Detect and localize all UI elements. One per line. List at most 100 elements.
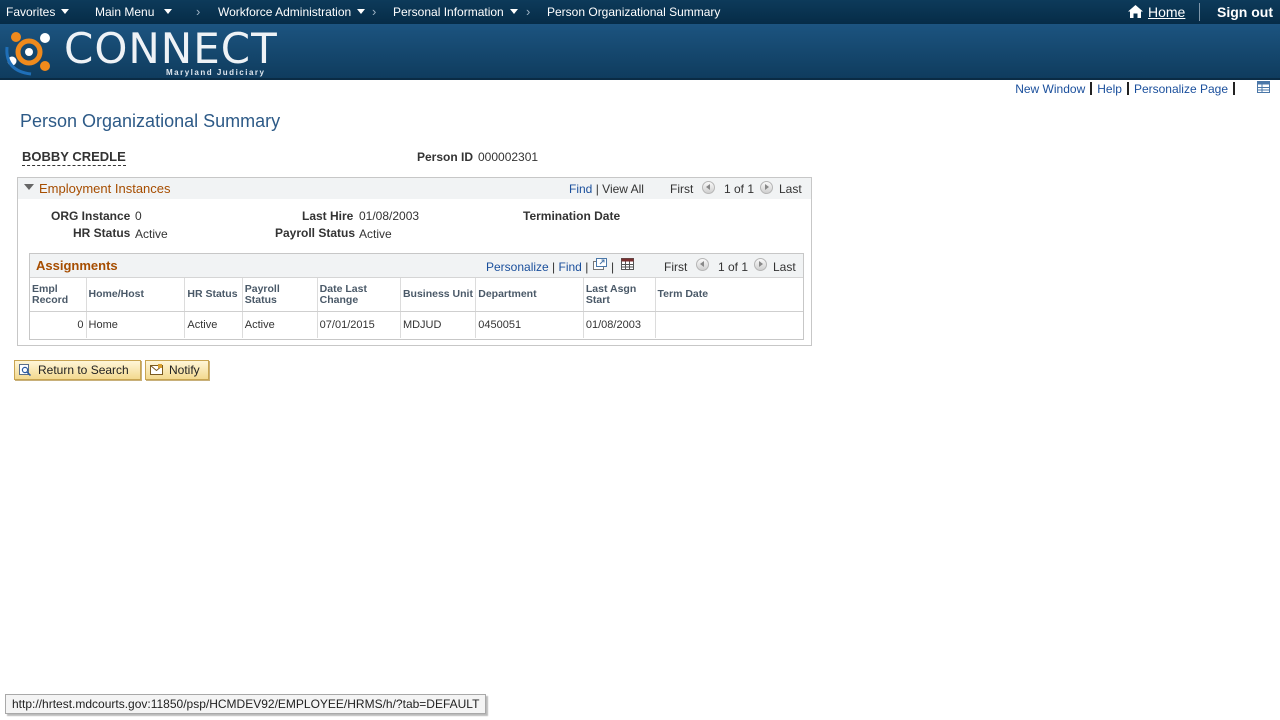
table-header-row: Empl Record Home/Host HR Status Payroll S… [30,278,803,312]
favorites-label: Favorites [6,5,56,19]
payroll-status-label: Payroll Status [275,226,356,240]
employment-instances-header: Employment Instances Find | View All Fir… [18,178,811,199]
last-label: Last [773,260,796,274]
cell-business-unit: MDJUD [400,311,477,338]
payroll-status-value: Active [359,227,392,241]
download-to-spreadsheet-icon[interactable] [621,258,635,271]
page-grid-icon[interactable] [1257,81,1270,93]
column-header-line: Business Unit [402,288,473,300]
column-header-line: Home/Host [88,288,144,300]
sign-out-link[interactable]: Sign out [1217,4,1273,20]
org-instance-label: ORG Instance [51,209,131,223]
cell-date-last-change: 07/01/2015 [317,311,401,338]
assignments-header: Assignments Personalize | Find | | First… [30,254,803,278]
cell-home-host: Home [86,311,186,338]
previous-arrow-icon[interactable] [696,258,709,271]
assignments-title: Assignments [36,258,118,273]
chevron-down-icon [357,9,366,14]
connect-logo-icon [5,32,50,76]
link-separator: | [552,260,556,274]
row-count: 1 of 1 [718,260,749,274]
breadcrumb-separator-icon: › [526,4,531,19]
return-to-search-button[interactable]: Return to Search [14,360,141,380]
help-link[interactable]: Help [1097,82,1122,96]
last-hire-value: 01/08/2003 [359,209,420,223]
column-header-line: Department [478,288,537,300]
notify-button[interactable]: Notify [145,360,209,380]
row-count: 1 of 1 [724,182,755,196]
cell-last-asgn-start: 01/08/2003 [583,311,656,338]
breadcrumb-current-page: Person Organizational Summary [547,5,721,19]
column-header-line: Term Date [657,288,709,300]
employment-instances-title[interactable]: Employment Instances [39,181,171,196]
chevron-down-icon [164,9,173,14]
brand-banner: CONNECT Maryland Judiciary [0,24,1280,80]
column-header-payroll-status[interactable]: Payroll Status [242,278,318,312]
breadcrumb-workforce-administration[interactable]: Workforce Administration [218,5,366,19]
assignments-table: Empl Record Home/Host HR Status Payroll S… [30,278,803,338]
top-navigation-bar: Favorites Main Menu › Workforce Administ… [0,0,1280,24]
column-header-business-unit[interactable]: Business Unit [400,278,477,312]
home-link[interactable]: Home [1128,4,1185,20]
column-header-line: HR Status [187,288,238,300]
last-hire-label: Last Hire [302,209,354,223]
column-header-date-last-change[interactable]: Date Last Change [317,278,401,312]
new-window-link[interactable]: New Window [1015,82,1085,96]
column-header-home-host[interactable]: Home/Host [86,278,186,312]
main-menu[interactable]: Main Menu [95,5,173,19]
previous-arrow-icon[interactable] [702,181,715,194]
last-label: Last [779,182,802,196]
first-label: First [664,260,688,274]
connect-logo-text: CONNECT [64,24,278,73]
org-instance-value: 0 [135,209,142,223]
person-id-label: Person ID [417,150,474,164]
cell-empl-record: 0 [30,311,87,338]
next-arrow-icon[interactable] [754,258,767,271]
next-arrow-icon[interactable] [760,181,773,194]
breadcrumb-label: Personal Information [393,5,504,19]
favorites-menu[interactable]: Favorites [6,5,70,19]
page-title: Person Organizational Summary [20,111,281,131]
column-header-last-asgn-start[interactable]: Last Asgn Start [583,278,656,312]
cell-term-date [655,312,803,339]
home-icon [1128,5,1143,18]
find-link[interactable]: Find [569,182,592,196]
breadcrumb-separator-icon: › [196,4,201,19]
collapse-triangle-icon[interactable] [24,184,34,190]
link-separator [1126,82,1129,95]
column-header-line: Change [319,293,359,306]
return-to-search-label: Return to Search [38,363,129,377]
link-separator [1233,82,1235,95]
column-header-empl-record[interactable]: Empl Record [30,278,87,312]
cell-hr-status: Active [184,311,243,338]
person-id-value: 000002301 [478,150,539,164]
chevron-down-icon [509,9,518,14]
find-link[interactable]: Find [559,260,582,274]
breadcrumb-personal-information[interactable]: Personal Information [393,5,518,19]
cell-department: 0450051 [475,311,584,338]
person-name[interactable]: BOBBY CREDLE [22,149,126,166]
link-separator [1090,82,1093,95]
return-to-search-icon [19,364,32,376]
column-header-department[interactable]: Department [475,278,584,312]
column-header-line: Payroll Status [244,282,280,306]
chevron-down-icon [61,9,70,14]
personalize-link[interactable]: Personalize [486,260,549,274]
breadcrumb-label: Workforce Administration [218,5,352,19]
column-header-term-date[interactable]: Term Date [655,278,803,312]
column-header-hr-status[interactable]: HR Status [184,278,243,312]
main-menu-label: Main Menu [95,5,155,19]
hr-status-value: Active [135,227,168,241]
browser-status-url: http://hrtest.mdcourts.gov:11850/psp/HCM… [5,694,487,714]
home-label: Home [1148,4,1186,20]
employment-instances-section: Employment Instances Find | View All Fir… [17,177,812,346]
hr-status-label: HR Status [73,226,131,240]
cell-payroll-status: Active [242,311,318,338]
termination-date-label: Termination Date [523,209,621,223]
view-in-new-window-icon[interactable] [593,258,607,270]
breadcrumb-separator-icon: › [372,4,377,19]
personalize-page-link[interactable]: Personalize Page [1134,82,1228,96]
first-label: First [670,182,694,196]
view-all-link[interactable]: View All [602,182,644,196]
link-separator: | [585,260,589,274]
